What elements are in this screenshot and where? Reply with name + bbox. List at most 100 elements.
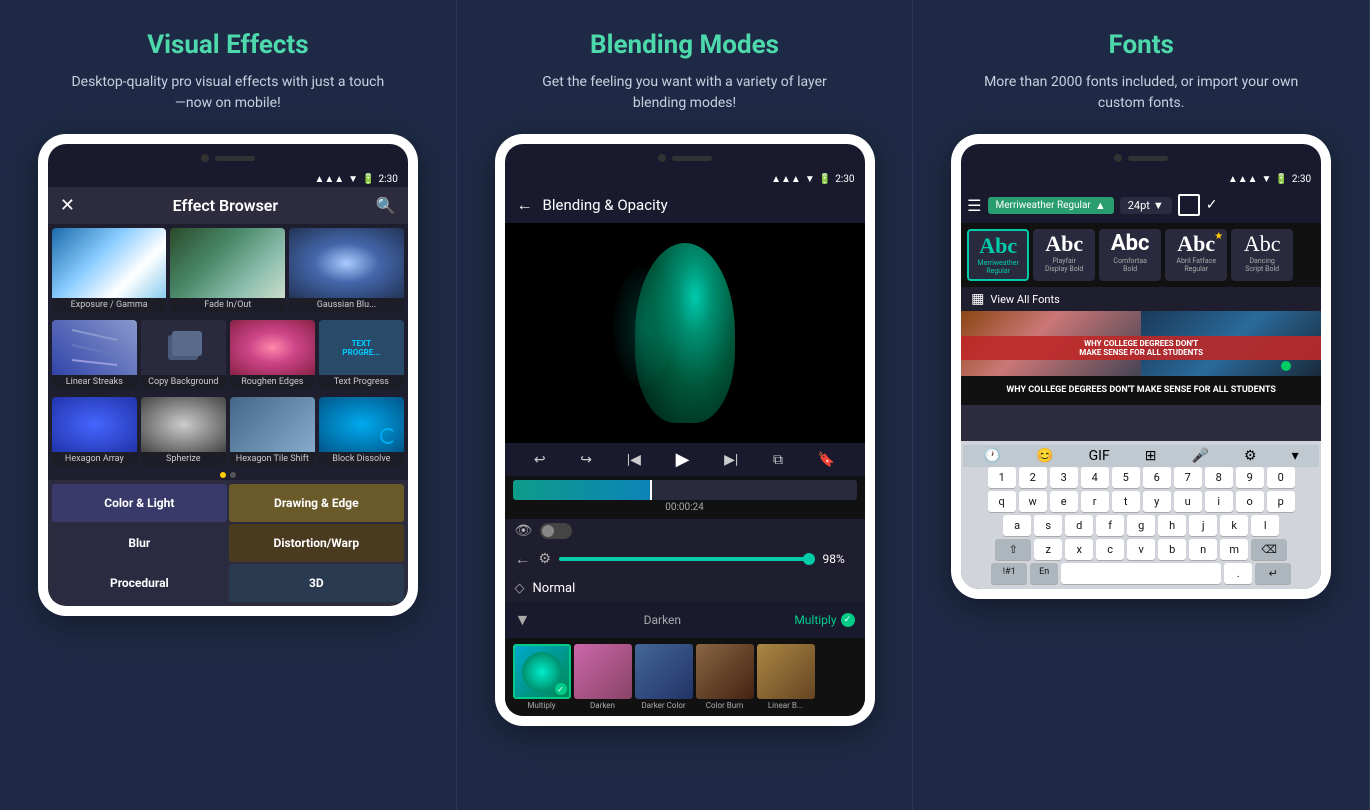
effect-item-hexarray[interactable]: Hexagon Array: [52, 397, 137, 466]
font-card-abril[interactable]: ★ Abc Abril FatfaceRegular: [1165, 229, 1227, 281]
key-1[interactable]: 1: [988, 467, 1016, 488]
effect-item-exposure[interactable]: Exposure / Gamma: [52, 228, 167, 312]
bookmark-icon[interactable]: 🔖: [818, 452, 835, 468]
key-g[interactable]: g: [1127, 515, 1155, 536]
timeline-track[interactable]: [513, 480, 857, 500]
effect-item-roughen[interactable]: Roughen Edges: [230, 320, 315, 389]
back-icon-2[interactable]: ←: [515, 549, 531, 569]
key-9[interactable]: 9: [1236, 467, 1264, 488]
effect-item-hexshift[interactable]: Hexagon Tile Shift: [230, 397, 315, 466]
opacity-track[interactable]: [559, 557, 814, 561]
key-e[interactable]: e: [1050, 491, 1078, 512]
key-number-switch[interactable]: !#1: [991, 563, 1027, 584]
font-card-dancing[interactable]: Abc DancingScript Bold: [1231, 229, 1293, 281]
key-5[interactable]: 5: [1112, 467, 1140, 488]
key-l[interactable]: l: [1251, 515, 1279, 536]
settings-kb-icon[interactable]: ⚙: [1244, 448, 1257, 464]
key-t[interactable]: t: [1112, 491, 1140, 512]
key-u[interactable]: u: [1174, 491, 1202, 512]
font-name-selector[interactable]: Merriweather Regular ▲: [988, 197, 1114, 214]
gif-icon[interactable]: GIF: [1089, 448, 1110, 464]
key-8[interactable]: 8: [1205, 467, 1233, 488]
key-7[interactable]: 7: [1174, 467, 1202, 488]
blend-linear-b[interactable]: Linear B...: [757, 644, 815, 710]
key-c[interactable]: c: [1096, 539, 1124, 560]
play-icon[interactable]: ▶: [676, 449, 690, 470]
key-period[interactable]: .: [1224, 563, 1252, 584]
category-blur[interactable]: Blur: [52, 524, 227, 562]
key-6[interactable]: 6: [1143, 467, 1171, 488]
blend-color-burn[interactable]: Color Burn: [696, 644, 754, 710]
eye-toggle[interactable]: [540, 523, 572, 539]
key-0[interactable]: 0: [1267, 467, 1295, 488]
key-w[interactable]: w: [1019, 491, 1047, 512]
font-card-merriweather[interactable]: Abc MerriweatherRegular: [967, 229, 1029, 281]
key-q[interactable]: q: [988, 491, 1016, 512]
key-n[interactable]: n: [1189, 539, 1217, 560]
redo-icon[interactable]: ↪: [580, 452, 592, 468]
eye-icon[interactable]: 👁: [515, 523, 533, 539]
key-enter[interactable]: ↵: [1255, 563, 1291, 584]
category-drawing-edge[interactable]: Drawing & Edge: [229, 484, 404, 522]
clock-icon[interactable]: 🕐: [984, 448, 1001, 464]
key-f[interactable]: f: [1096, 515, 1124, 536]
font-card-playfair[interactable]: Abc PlayfairDisplay Bold: [1033, 229, 1095, 281]
category-procedural[interactable]: Procedural: [52, 564, 227, 602]
effect-item-spherize[interactable]: Spherize: [141, 397, 226, 466]
key-v[interactable]: v: [1127, 539, 1155, 560]
key-shift[interactable]: ⇧: [995, 539, 1031, 560]
duplicate-icon[interactable]: ⧉: [773, 452, 783, 468]
blend-darken[interactable]: Darken: [574, 644, 632, 710]
effect-item-block[interactable]: Block Dissolve: [319, 397, 404, 466]
key-s[interactable]: s: [1034, 515, 1062, 536]
expand-icon[interactable]: ▼: [515, 610, 531, 630]
font-size-selector[interactable]: 24pt ▼: [1120, 197, 1172, 214]
key-p[interactable]: p: [1267, 491, 1295, 512]
key-h[interactable]: h: [1158, 515, 1186, 536]
sticker-icon[interactable]: ⊞: [1145, 448, 1157, 464]
key-x[interactable]: x: [1065, 539, 1093, 560]
confirm-icon[interactable]: ✓: [1206, 197, 1218, 213]
color-swatch[interactable]: [1178, 194, 1200, 216]
key-y[interactable]: y: [1143, 491, 1171, 512]
key-backspace[interactable]: ⌫: [1251, 539, 1287, 560]
key-j[interactable]: j: [1189, 515, 1217, 536]
category-color-light[interactable]: Color & Light: [52, 484, 227, 522]
key-i[interactable]: i: [1205, 491, 1233, 512]
skip-forward-icon[interactable]: ▶|: [724, 452, 738, 468]
blend-multiply[interactable]: ✓ Multiply: [513, 644, 571, 710]
key-k[interactable]: k: [1220, 515, 1248, 536]
key-z[interactable]: z: [1034, 539, 1062, 560]
search-icon[interactable]: 🔍: [376, 196, 396, 215]
undo-icon[interactable]: ↩: [534, 452, 546, 468]
blend-darker-color[interactable]: Darker Color: [635, 644, 693, 710]
key-lang[interactable]: En: [1030, 563, 1058, 584]
effect-item-fade[interactable]: Fade In/Out: [170, 228, 285, 312]
settings-icon[interactable]: ⚙: [539, 551, 552, 567]
category-distortion[interactable]: Distortion/Warp: [229, 524, 404, 562]
category-3d[interactable]: 3D: [229, 564, 404, 602]
key-m[interactable]: m: [1220, 539, 1248, 560]
key-o[interactable]: o: [1236, 491, 1264, 512]
close-icon[interactable]: ✕: [60, 195, 75, 216]
menu-icon[interactable]: ☰: [967, 196, 981, 215]
key-2[interactable]: 2: [1019, 467, 1047, 488]
emoji-icon[interactable]: 😊: [1036, 448, 1053, 464]
key-d[interactable]: d: [1065, 515, 1093, 536]
key-a[interactable]: a: [1003, 515, 1031, 536]
effect-item-linear[interactable]: Linear Streaks: [52, 320, 137, 389]
view-all-fonts-btn[interactable]: ▦ View All Fonts: [961, 287, 1321, 311]
back-icon[interactable]: ←: [517, 195, 533, 215]
key-r[interactable]: r: [1081, 491, 1109, 512]
mic-icon[interactable]: 🎤: [1192, 448, 1209, 464]
key-3[interactable]: 3: [1050, 467, 1078, 488]
effect-item-gaussian[interactable]: Gaussian Blu...: [289, 228, 404, 312]
font-card-comfortaa[interactable]: Abc ComfortaaBold: [1099, 229, 1161, 281]
key-space[interactable]: [1061, 563, 1221, 584]
skip-back-icon[interactable]: |◀: [627, 452, 641, 468]
expand-kb-icon[interactable]: ▾: [1292, 448, 1299, 464]
effect-item-copy[interactable]: Copy Background: [141, 320, 226, 389]
effect-item-text[interactable]: TEXTPROGRE... Text Progress: [319, 320, 404, 389]
key-4[interactable]: 4: [1081, 467, 1109, 488]
key-b[interactable]: b: [1158, 539, 1186, 560]
